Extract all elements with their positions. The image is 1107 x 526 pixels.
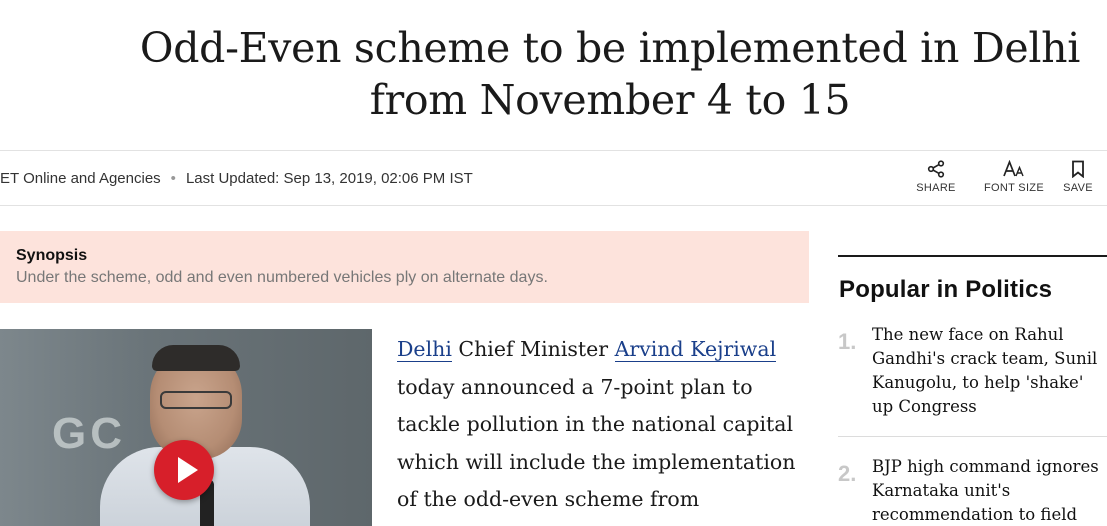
byline-separator: • [170,170,176,187]
share-button[interactable]: SHARE [916,160,956,194]
last-updated: Last Updated: Sep 13, 2019, 02:06 PM IST [185,170,473,187]
synopsis-label: Synopsis [16,247,88,264]
popular-item-title[interactable]: The new face on Rahul Gandhi's crack tea… [872,323,1107,419]
font-size-button[interactable]: FONT SIZE [983,159,1045,194]
save-button[interactable]: SAVE [1062,160,1094,194]
share-label: SHARE [916,182,956,194]
link-delhi[interactable]: Delhi [397,337,452,362]
popular-item-number: 2. [838,461,857,486]
sidebar-divider [838,255,1107,257]
play-button-icon[interactable] [154,440,214,500]
video-person-hair [152,345,240,371]
body-text-2: today announced a 7-point plan to tackle… [397,374,796,512]
synopsis-box: Synopsis Under the scheme, odd and even … [0,231,809,303]
article-body: Delhi Chief Minister Arvind Kejriwal tod… [397,331,812,519]
article-headline: Odd-Even scheme to be implemented in Del… [139,24,1081,124]
author-name[interactable]: ET Online and Agencies [0,170,161,187]
popular-item-title[interactable]: BJP high command ignores Karnataka unit'… [872,455,1107,526]
synopsis-text: Under the scheme, odd and even numbered … [16,269,548,286]
save-label: SAVE [1063,182,1093,194]
font-size-icon [983,159,1045,182]
video-person-glasses [160,391,232,409]
byline: ET Online and Agencies • Last Updated: Sep… [0,170,473,187]
byline-bar: ET Online and Agencies • Last Updated: Sep… [0,150,1107,206]
popular-item[interactable]: 1. The new face on Rahul Gandhi's crack … [838,323,1107,437]
popular-item-number: 1. [838,329,857,354]
font-size-label: FONT SIZE [984,182,1044,194]
video-player[interactable]: GC [0,329,372,526]
share-icon [916,160,956,182]
sidebar-title: Popular in Politics [839,276,1053,303]
popular-item[interactable]: 2. BJP high command ignores Karnataka un… [838,455,1107,526]
body-text-1: Chief Minister [451,337,615,361]
link-arvind-kejriwal[interactable]: Arvind Kejriwal [614,337,777,362]
bookmark-icon [1062,160,1094,182]
video-wall-text: GC [52,409,126,458]
